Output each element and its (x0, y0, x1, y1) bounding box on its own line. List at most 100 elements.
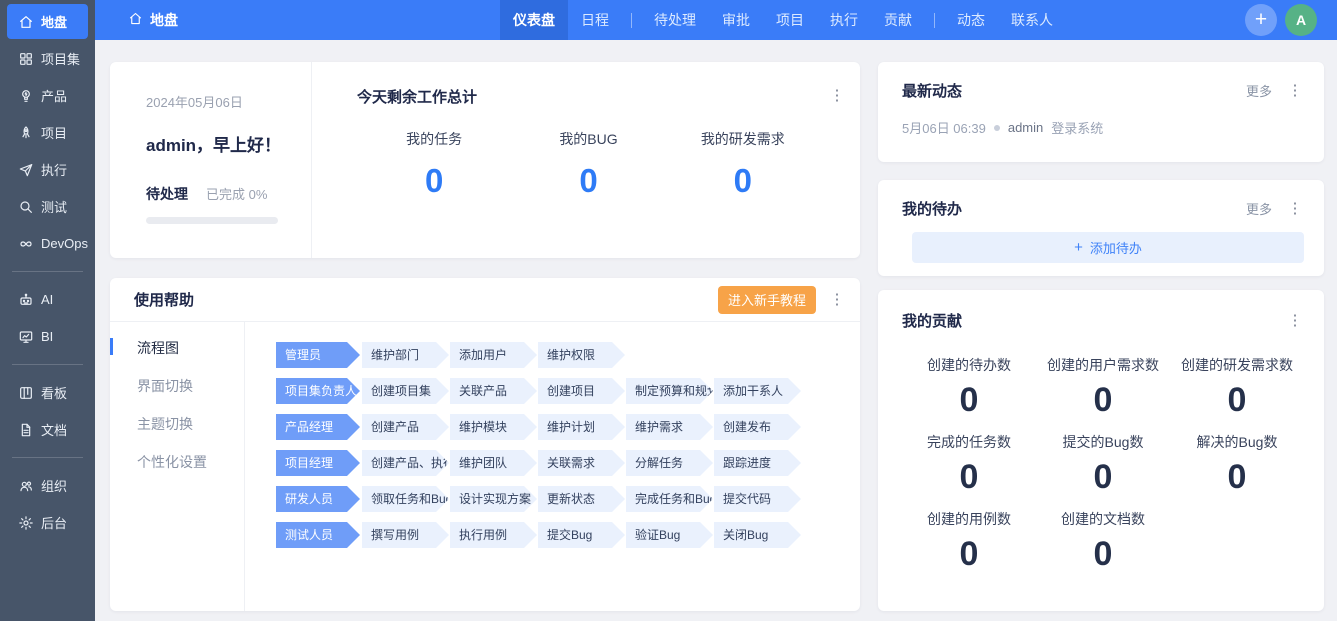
sidebar-item-admin[interactable]: 后台 (7, 505, 88, 540)
flow-step-tag[interactable]: 分解任务 (626, 450, 713, 476)
sidebar-item-project[interactable]: 项目 (7, 115, 88, 150)
work-stats: 我的任务0我的BUG0我的研发需求0 (357, 129, 860, 200)
flow-step-tag[interactable]: 创建产品、执行 (362, 450, 449, 476)
nav-divider (934, 13, 935, 28)
flow-step-tag[interactable]: 提交Bug (538, 522, 625, 548)
sidebar-item-label: 项目集 (41, 49, 80, 68)
flow-step-tag[interactable]: 执行用例 (450, 522, 537, 548)
sidebar-item-label: 看板 (41, 383, 67, 402)
nav-item-dashboard[interactable]: 仪表盘 (500, 0, 568, 40)
main-area: 地盘 仪表盘日程待处理审批项目执行贡献动态联系人 + A 2024年05月06日… (95, 0, 1337, 621)
topbar: 地盘 仪表盘日程待处理审批项目执行贡献动态联系人 + A (95, 0, 1337, 40)
flow-row: 测试人员撰写用例执行用例提交Bug验证Bug关闭Bug (276, 522, 860, 548)
nav-item-contacts[interactable]: 联系人 (998, 0, 1066, 40)
sidebar-item-program[interactable]: 项目集 (7, 41, 88, 76)
sidebar-item-product[interactable]: 产品 (7, 78, 88, 113)
work-summary-pane: 今天剩余工作总计 ⋮ 我的任务0我的BUG0我的研发需求0 (312, 62, 860, 258)
kebab-menu-icon[interactable]: ⋮ (828, 290, 846, 309)
flow-step-tag[interactable]: 领取任务和Bug (362, 486, 449, 512)
flow-step-tag[interactable]: 创建发布 (714, 414, 801, 440)
flow-step-tag[interactable]: 完成任务和Bug (626, 486, 713, 512)
contribution-stat-value: 0 (1036, 379, 1170, 421)
topbar-home[interactable]: 地盘 (128, 10, 178, 30)
sidebar-item-kanban[interactable]: 看板 (7, 375, 88, 410)
dynamics-action: 登录系统 (1051, 118, 1103, 137)
work-stat-value: 0 (357, 162, 511, 200)
nav-item-calendar[interactable]: 日程 (568, 0, 622, 40)
contribution-stat-6: 创建的用例数0 (902, 509, 1036, 575)
sidebar-item-label: 项目 (41, 123, 67, 142)
flow-step-tag[interactable]: 添加用户 (450, 342, 537, 368)
flow-step-tag[interactable]: 添加干系人 (714, 378, 801, 404)
nav-item-execution[interactable]: 执行 (817, 0, 871, 40)
tutorial-button[interactable]: 进入新手教程 (718, 286, 816, 314)
flow-role-tag: 项目经理 (276, 450, 360, 476)
work-stat-label: 我的任务 (357, 129, 511, 149)
sidebar-item-ai[interactable]: AI (7, 282, 88, 317)
sidebar-item-label: 测试 (41, 197, 67, 216)
kebab-menu-icon[interactable]: ⋮ (1286, 311, 1304, 330)
flow-step-tag[interactable]: 跟踪进度 (714, 450, 801, 476)
topbar-home-label: 地盘 (150, 10, 178, 30)
flow-step-tag[interactable]: 创建项目 (538, 378, 625, 404)
flow-step-tag[interactable]: 维护需求 (626, 414, 713, 440)
nav-item-contribute[interactable]: 贡献 (871, 0, 925, 40)
avatar[interactable]: A (1285, 4, 1317, 36)
sidebar-item-devops[interactable]: DevOps (7, 226, 88, 261)
flow-step-tag[interactable]: 维护模块 (450, 414, 537, 440)
flow-step-tag[interactable]: 创建项目集 (362, 378, 449, 404)
flow-step-tag[interactable]: 创建产品 (362, 414, 449, 440)
sidebar-item-bi[interactable]: BI (7, 319, 88, 354)
todo-more-link[interactable]: 更多 (1246, 199, 1272, 218)
flow-row: 项目集负责人创建项目集关联产品创建项目制定预算和规划添加干系人 (276, 378, 860, 404)
add-todo-label: 添加待办 (1090, 238, 1142, 257)
nav-item-project[interactable]: 项目 (763, 0, 817, 40)
contribution-stat-value: 0 (1036, 456, 1170, 498)
flow-step-tag[interactable]: 设计实现方案 (450, 486, 537, 512)
flow-step-tag[interactable]: 维护计划 (538, 414, 625, 440)
flow-step-tag[interactable]: 撰写用例 (362, 522, 449, 548)
kebab-menu-icon[interactable]: ⋮ (828, 86, 846, 105)
flow-role-tag: 测试人员 (276, 522, 360, 548)
contribution-card: 我的贡献 ⋮ 创建的待办数0创建的用户需求数0创建的研发需求数0完成的任务数0提… (878, 290, 1324, 611)
contribution-stat-label: 解决的Bug数 (1170, 432, 1304, 452)
help-tab-theme-switch[interactable]: 主题切换 (110, 405, 244, 443)
contribution-stat-label: 创建的用户需求数 (1036, 355, 1170, 375)
help-card: 使用帮助 进入新手教程 ⋮ 流程图界面切换主题切换个性化设置 管理员维护部门添加… (110, 278, 860, 611)
nav-item-dynamic[interactable]: 动态 (944, 0, 998, 40)
sidebar-item-qa[interactable]: 测试 (7, 189, 88, 224)
flow-row: 管理员维护部门添加用户维护权限 (276, 342, 860, 368)
flow-step-tag[interactable]: 提交代码 (714, 486, 801, 512)
sidebar-item-organization[interactable]: 组织 (7, 468, 88, 503)
flow-step-tag[interactable]: 维护部门 (362, 342, 449, 368)
create-button[interactable]: + (1245, 4, 1277, 36)
search-icon (18, 199, 34, 215)
sidebar-item-execution[interactable]: 执行 (7, 152, 88, 187)
help-tab-personalize[interactable]: 个性化设置 (110, 443, 244, 481)
contribution-stat-value: 0 (1036, 533, 1170, 575)
flow-step-tag[interactable]: 维护团队 (450, 450, 537, 476)
topbar-right: + A (1245, 4, 1337, 36)
add-todo-button[interactable]: + 添加待办 (912, 232, 1304, 263)
dynamics-more-link[interactable]: 更多 (1246, 81, 1272, 100)
help-tab-ui-switch[interactable]: 界面切换 (110, 367, 244, 405)
flow-step-tag[interactable]: 制定预算和规划 (626, 378, 713, 404)
flow-step-tag[interactable]: 关联需求 (538, 450, 625, 476)
plus-icon: + (1074, 239, 1083, 256)
nav-item-approval[interactable]: 审批 (709, 0, 763, 40)
nav-item-todo[interactable]: 待处理 (641, 0, 709, 40)
flow-step-tag[interactable]: 关闭Bug (714, 522, 801, 548)
sidebar-item-doc[interactable]: 文档 (7, 412, 88, 447)
kebab-menu-icon[interactable]: ⋮ (1286, 81, 1304, 100)
contribution-stat-0: 创建的待办数0 (902, 355, 1036, 421)
sidebar-item-space[interactable]: 地盘 (7, 4, 88, 39)
kebab-menu-icon[interactable]: ⋮ (1286, 199, 1304, 218)
flow-step-tag[interactable]: 更新状态 (538, 486, 625, 512)
flow-step-tag[interactable]: 关联产品 (450, 378, 537, 404)
flow-step-tag[interactable]: 验证Bug (626, 522, 713, 548)
home-icon (128, 11, 143, 29)
help-tab-flowchart[interactable]: 流程图 (110, 329, 244, 367)
left-column: 2024年05月06日 admin，早上好！ 待处理 已完成 0% 今天剩余工作… (110, 62, 860, 611)
flow-step-tag[interactable]: 维护权限 (538, 342, 625, 368)
work-stat-0: 我的任务 0 (357, 129, 511, 200)
